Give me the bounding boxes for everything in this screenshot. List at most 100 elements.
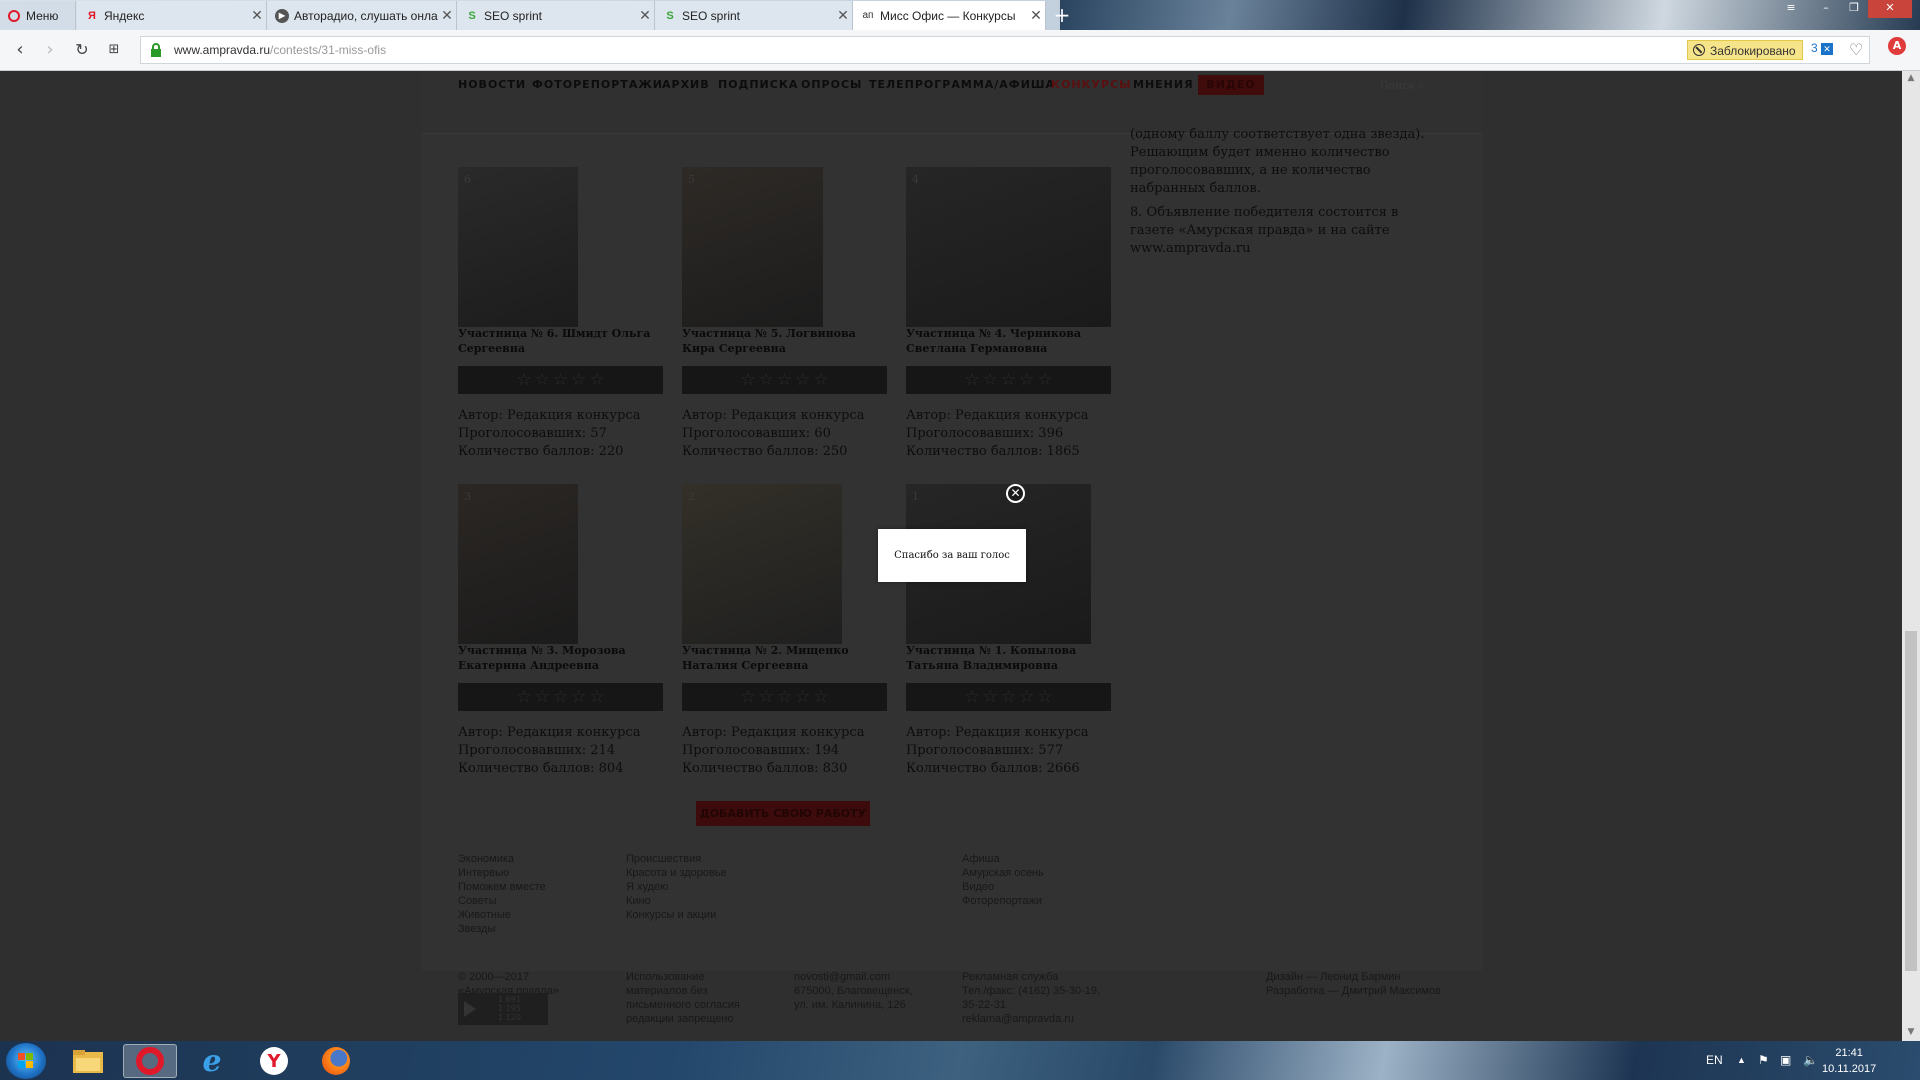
url-field[interactable]: www.ampravda.ru/contests/31-miss-ofis За…: [140, 36, 1870, 64]
star-icon[interactable]: ☆: [571, 370, 586, 390]
tab-menu-icon[interactable]: ≡: [1777, 0, 1805, 18]
entry-title[interactable]: Участница № 5. Логвинова Кира Сергеевна: [682, 326, 887, 356]
heart-bookmark-icon[interactable]: ♡: [1849, 40, 1863, 59]
nav-item-subscribe[interactable]: ПОДПИСКА: [718, 78, 798, 91]
nav-item-archive[interactable]: АРХИВ: [662, 78, 710, 91]
language-indicator[interactable]: EN: [1706, 1053, 1723, 1067]
site-search-field[interactable]: Поиск ⌕: [1380, 79, 1425, 93]
page-scrollbar[interactable]: ▲ ▼: [1902, 71, 1920, 1041]
dialog-close-icon[interactable]: ✕: [1006, 484, 1025, 503]
tab-avtoradio[interactable]: ▶ Авторадио, слушать онлайн ✕: [267, 1, 457, 30]
tab-close-icon[interactable]: ✕: [834, 7, 852, 24]
maximize-icon[interactable]: ❐: [1840, 0, 1868, 18]
star-icon[interactable]: ☆: [1001, 370, 1016, 390]
rating-stars[interactable]: ☆ ☆ ☆ ☆ ☆: [906, 683, 1111, 711]
star-icon[interactable]: ☆: [1019, 370, 1034, 390]
entry-photo[interactable]: 3: [458, 484, 578, 644]
rating-stars[interactable]: ☆ ☆ ☆ ☆ ☆: [906, 366, 1111, 394]
tab-close-icon[interactable]: ✕: [438, 7, 456, 24]
entry-photo[interactable]: 5: [682, 167, 823, 327]
star-icon[interactable]: ☆: [740, 370, 755, 390]
action-center-flag-icon[interactable]: ⚑: [1758, 1053, 1769, 1067]
nav-item-opinions[interactable]: МНЕНИЯ: [1133, 78, 1194, 91]
window-close-icon[interactable]: ✕: [1868, 0, 1912, 18]
blocked-count[interactable]: 3 ✕: [1811, 41, 1834, 55]
tab-close-icon[interactable]: ✕: [248, 7, 266, 24]
network-icon[interactable]: ▣: [1780, 1053, 1791, 1067]
star-icon[interactable]: ☆: [777, 370, 792, 390]
entry-photo[interactable]: 6: [458, 167, 578, 327]
star-icon[interactable]: ☆: [535, 687, 550, 707]
footer-link[interactable]: Звезды: [458, 922, 546, 936]
footer-link[interactable]: Интервью: [458, 866, 546, 880]
star-icon[interactable]: ☆: [759, 370, 774, 390]
tab-close-icon[interactable]: ✕: [636, 7, 654, 24]
back-arrow-icon[interactable]: ‹: [8, 38, 32, 62]
tab-miss-ofis[interactable]: ап Мисс Офис — Конкурсы ✕: [853, 1, 1046, 30]
star-icon[interactable]: ☆: [1037, 687, 1052, 707]
scroll-up-icon[interactable]: ▲: [1902, 73, 1920, 83]
adblock-icon[interactable]: A: [1888, 37, 1906, 55]
footer-link[interactable]: Экономика: [458, 852, 546, 866]
nav-item-contests[interactable]: КОНКУРСЫ: [1051, 78, 1132, 91]
footer-link[interactable]: Поможем вместе: [458, 880, 546, 894]
entry-title[interactable]: Участница № 6. Шмидт Ольга Сергеевна: [458, 326, 663, 356]
entry-title[interactable]: Участница № 4. Черникова Светлана Герман…: [906, 326, 1111, 356]
star-icon[interactable]: ☆: [1037, 370, 1052, 390]
star-icon[interactable]: ☆: [777, 687, 792, 707]
footer-link[interactable]: Амурская осень: [962, 866, 1044, 880]
footer-link[interactable]: Красота и здоровье: [626, 866, 727, 880]
tab-seo-sprint-1[interactable]: S SEO sprint ✕: [457, 1, 655, 30]
taskbar-firefox[interactable]: [309, 1044, 363, 1078]
minimize-icon[interactable]: –: [1812, 0, 1840, 18]
footer-link[interactable]: Я худею: [626, 880, 727, 894]
entry-title[interactable]: Участница № 1. Копылова Татьяна Владимир…: [906, 643, 1111, 673]
taskbar-internet-explorer[interactable]: e: [185, 1044, 239, 1079]
footer-link[interactable]: Афиша: [962, 852, 1044, 866]
visit-counter[interactable]: 1 691 1 195 1 120: [458, 993, 548, 1025]
forward-arrow-icon[interactable]: ›: [38, 38, 62, 62]
star-icon[interactable]: ☆: [740, 687, 755, 707]
footer-link[interactable]: Кино: [626, 894, 727, 908]
star-icon[interactable]: ☆: [759, 687, 774, 707]
nav-item-polls[interactable]: ОПРОСЫ: [801, 78, 862, 91]
star-icon[interactable]: ☆: [553, 687, 568, 707]
star-icon[interactable]: ☆: [553, 370, 568, 390]
star-icon[interactable]: ☆: [589, 370, 604, 390]
volume-icon[interactable]: 🔈: [1803, 1053, 1818, 1067]
star-icon[interactable]: ☆: [516, 370, 531, 390]
star-icon[interactable]: ☆: [589, 687, 604, 707]
contact-email[interactable]: novosti@gmail.com: [794, 970, 913, 984]
star-icon[interactable]: ☆: [795, 687, 810, 707]
rating-stars[interactable]: ☆ ☆ ☆ ☆ ☆: [458, 366, 663, 394]
show-hidden-icons[interactable]: ▲: [1737, 1055, 1746, 1065]
opera-menu-button[interactable]: Меню: [0, 1, 76, 30]
scroll-down-icon[interactable]: ▼: [1902, 1027, 1920, 1037]
footer-link[interactable]: Конкурсы и акции: [626, 908, 727, 922]
star-icon[interactable]: ☆: [1019, 687, 1034, 707]
nav-item-video[interactable]: ВИДЕО: [1198, 75, 1264, 95]
entry-photo[interactable]: 2: [682, 484, 842, 644]
tab-close-icon[interactable]: ✕: [1027, 7, 1045, 24]
star-icon[interactable]: ☆: [813, 370, 828, 390]
star-icon[interactable]: ☆: [516, 687, 531, 707]
new-tab-plus-icon[interactable]: +: [1051, 4, 1073, 26]
entry-title[interactable]: Участница № 3. Морозова Екатерина Андрее…: [458, 643, 663, 673]
star-icon[interactable]: ☆: [571, 687, 586, 707]
speed-dial-grid-icon[interactable]: ⊞: [102, 38, 126, 62]
star-icon[interactable]: ☆: [983, 687, 998, 707]
footer-link[interactable]: Происшествия: [626, 852, 727, 866]
footer-link[interactable]: Советы: [458, 894, 546, 908]
nav-item-tv[interactable]: ТЕЛЕПРОГРАММА/АФИША: [869, 78, 1055, 91]
footer-link[interactable]: Животные: [458, 908, 546, 922]
rating-stars[interactable]: ☆ ☆ ☆ ☆ ☆: [458, 683, 663, 711]
entry-title[interactable]: Участница № 2. Мищенко Наталия Сергеевна: [682, 643, 887, 673]
nav-item-news[interactable]: НОВОСТИ: [458, 78, 526, 91]
ads-email[interactable]: reklama@ampravda.ru: [962, 1012, 1100, 1026]
footer-link[interactable]: Видео: [962, 880, 1044, 894]
tab-seo-sprint-2[interactable]: S SEO sprint ✕: [655, 1, 853, 30]
footer-link[interactable]: Фоторепортажи: [962, 894, 1044, 908]
star-icon[interactable]: ☆: [535, 370, 550, 390]
star-icon[interactable]: ☆: [983, 370, 998, 390]
add-work-button[interactable]: ДОБАВИТЬ СВОЮ РАБОТУ: [696, 801, 870, 826]
